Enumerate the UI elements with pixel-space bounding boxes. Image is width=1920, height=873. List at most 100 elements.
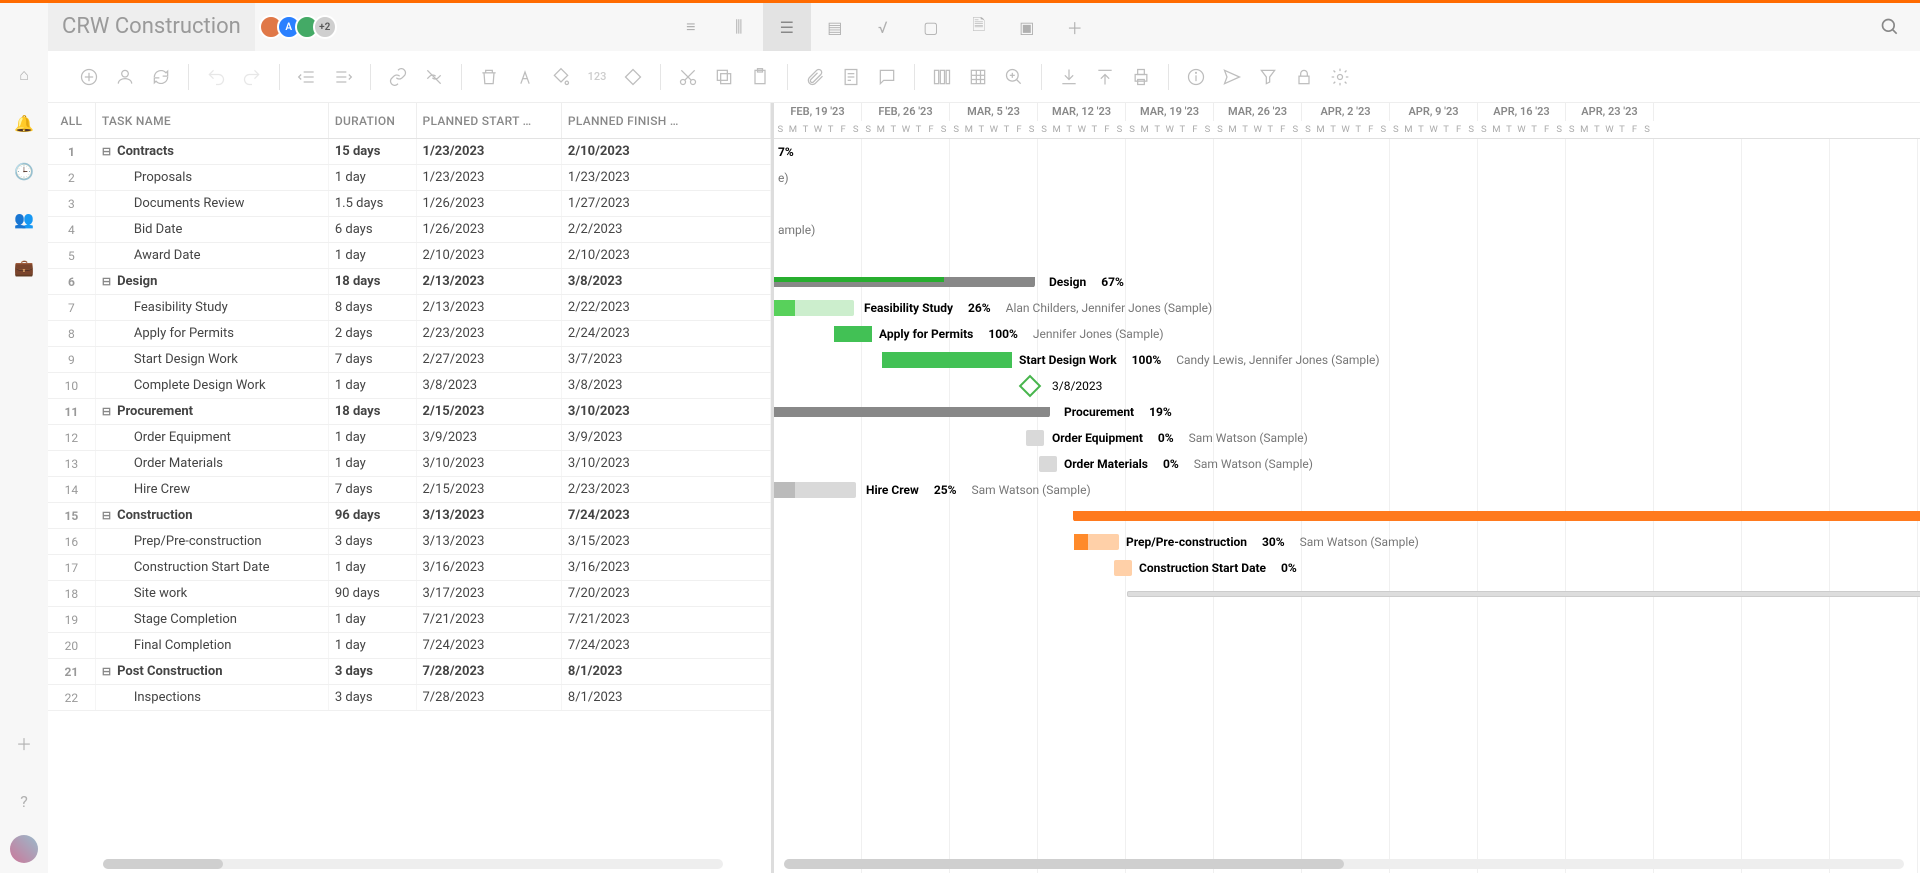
- attachment-button[interactable]: [800, 62, 830, 92]
- task-row[interactable]: 1⊟Contracts15 days1/23/20232/10/2023: [48, 139, 771, 165]
- text-color-button[interactable]: [510, 62, 540, 92]
- task-row[interactable]: 12Order Equipment1 day3/9/20233/9/2023: [48, 425, 771, 451]
- view-tabs: ≡ ⫼ ☰ ▤ √ ▢ 🗎 ▣ ＋: [667, 3, 1099, 51]
- task-row[interactable]: 8Apply for Permits2 days2/23/20232/24/20…: [48, 321, 771, 347]
- collapse-icon[interactable]: ⊟: [102, 145, 111, 158]
- task-row[interactable]: 13Order Materials1 day3/10/20233/10/2023: [48, 451, 771, 477]
- task-row[interactable]: 7Feasibility Study8 days2/13/20232/22/20…: [48, 295, 771, 321]
- fill-color-button[interactable]: [546, 62, 576, 92]
- task-row[interactable]: 10Complete Design Work1 day3/8/20233/8/2…: [48, 373, 771, 399]
- link-button[interactable]: [383, 62, 413, 92]
- portfolio-icon[interactable]: 💼: [0, 243, 48, 291]
- notifications-icon[interactable]: 🔔: [0, 99, 48, 147]
- column-start[interactable]: PLANNED START …: [417, 103, 562, 138]
- column-finish[interactable]: PLANNED FINISH …: [562, 103, 771, 138]
- gantt-view-tab[interactable]: ☰: [763, 3, 811, 51]
- timeline-week: MAR, 12 '23: [1038, 103, 1126, 121]
- timeline-week: APR, 16 '23: [1478, 103, 1566, 121]
- project-members[interactable]: A +2: [255, 15, 337, 39]
- sheet-view-tab[interactable]: ▤: [811, 3, 859, 51]
- current-user-avatar[interactable]: [10, 835, 38, 863]
- import-button[interactable]: [1054, 62, 1084, 92]
- zoom-button[interactable]: [999, 62, 1029, 92]
- paste-button[interactable]: [745, 62, 775, 92]
- task-row[interactable]: 15⊟Construction96 days3/13/20237/24/2023: [48, 503, 771, 529]
- task-row[interactable]: 17Construction Start Date1 day3/16/20233…: [48, 555, 771, 581]
- timeline-week: MAR, 19 '23: [1126, 103, 1214, 121]
- collapse-icon[interactable]: ⊟: [102, 275, 111, 288]
- task-row[interactable]: 11⊟Procurement18 days2/15/20233/10/2023: [48, 399, 771, 425]
- timeline-week: MAR, 5 '23: [950, 103, 1038, 121]
- app-header: PM CRW Construction A +2 ≡ ⫼ ☰ ▤ √ ▢ 🗎 ▣…: [0, 3, 1920, 51]
- task-row[interactable]: 22Inspections3 days7/28/20238/1/2023: [48, 685, 771, 711]
- timeline-week: MAR, 26 '23: [1214, 103, 1302, 121]
- share-button[interactable]: [1217, 62, 1247, 92]
- add-view-tab[interactable]: ＋: [1051, 3, 1099, 51]
- search-icon[interactable]: [1872, 9, 1908, 45]
- help-icon[interactable]: ?: [0, 777, 48, 825]
- task-grid: ALL TASK NAME DURATION PLANNED START … P…: [48, 103, 774, 873]
- collapse-icon[interactable]: ⊟: [102, 405, 111, 418]
- gantt-horizontal-scrollbar[interactable]: [784, 859, 1904, 869]
- action-toolbar: 123: [0, 51, 1920, 103]
- notes-button[interactable]: [836, 62, 866, 92]
- task-row[interactable]: 5Award Date1 day2/10/20232/10/2023: [48, 243, 771, 269]
- timeline-week: APR, 2 '23: [1302, 103, 1390, 121]
- assign-button[interactable]: [110, 62, 140, 92]
- delete-button[interactable]: [474, 62, 504, 92]
- undo-button[interactable]: [201, 62, 231, 92]
- print-button[interactable]: [1126, 62, 1156, 92]
- project-title[interactable]: CRW Construction: [48, 3, 255, 51]
- task-row[interactable]: 4Bid Date6 days1/26/20232/2/2023: [48, 217, 771, 243]
- task-row[interactable]: 19Stage Completion1 day7/21/20237/21/202…: [48, 607, 771, 633]
- column-all[interactable]: ALL: [48, 103, 96, 138]
- list-view-tab[interactable]: ≡: [667, 3, 715, 51]
- filter-button[interactable]: [1253, 62, 1283, 92]
- left-sidebar: ⌂ 🔔 🕒 👥 💼 ＋ ?: [0, 3, 48, 873]
- task-row[interactable]: 3Documents Review1.5 days1/26/20231/27/2…: [48, 191, 771, 217]
- task-row[interactable]: 9Start Design Work7 days2/27/20233/7/202…: [48, 347, 771, 373]
- indent-button[interactable]: [328, 62, 358, 92]
- task-row[interactable]: 6⊟Design18 days2/13/20233/8/2023: [48, 269, 771, 295]
- columns-button[interactable]: [927, 62, 957, 92]
- recurring-button[interactable]: [146, 62, 176, 92]
- redo-button[interactable]: [237, 62, 267, 92]
- board-view-tab[interactable]: ⫼: [715, 3, 763, 51]
- add-icon[interactable]: ＋: [0, 719, 48, 767]
- task-row[interactable]: 18Site work90 days3/17/20237/20/2023: [48, 581, 771, 607]
- add-task-button[interactable]: [74, 62, 104, 92]
- task-row[interactable]: 14Hire Crew7 days2/15/20232/23/2023: [48, 477, 771, 503]
- clear-format-button[interactable]: 123: [582, 62, 612, 92]
- export-button[interactable]: [1090, 62, 1120, 92]
- comment-button[interactable]: [872, 62, 902, 92]
- info-button[interactable]: [1181, 62, 1211, 92]
- collapse-icon[interactable]: ⊟: [102, 509, 111, 522]
- home-icon[interactable]: ⌂: [0, 51, 48, 99]
- files-view-tab[interactable]: 🗎: [955, 3, 1003, 51]
- gantt-chart: FEB, 19 '23FEB, 26 '23MAR, 5 '23MAR, 12 …: [774, 103, 1920, 873]
- task-row[interactable]: 21⊟Post Construction3 days7/28/20238/1/2…: [48, 659, 771, 685]
- outdent-button[interactable]: [292, 62, 322, 92]
- collapse-icon[interactable]: ⊟: [102, 665, 111, 678]
- grid-horizontal-scrollbar[interactable]: [103, 859, 723, 869]
- cut-button[interactable]: [673, 62, 703, 92]
- task-row[interactable]: 20Final Completion1 day7/24/20237/24/202…: [48, 633, 771, 659]
- copy-button[interactable]: [709, 62, 739, 92]
- activity-view-tab[interactable]: √: [859, 3, 907, 51]
- recent-icon[interactable]: 🕒: [0, 147, 48, 195]
- unlink-button[interactable]: [419, 62, 449, 92]
- lock-button[interactable]: [1289, 62, 1319, 92]
- column-duration[interactable]: DURATION: [329, 103, 417, 138]
- timeline-week: APR, 9 '23: [1390, 103, 1478, 121]
- settings-button[interactable]: [1325, 62, 1355, 92]
- team-icon[interactable]: 👥: [0, 195, 48, 243]
- timeline-week: FEB, 19 '23: [774, 103, 862, 121]
- column-name[interactable]: TASK NAME: [96, 103, 329, 138]
- calendar-view-tab[interactable]: ▢: [907, 3, 955, 51]
- tag-button[interactable]: [618, 62, 648, 92]
- grid-header: ALL TASK NAME DURATION PLANNED START … P…: [48, 103, 771, 139]
- task-row[interactable]: 16Prep/Pre-construction3 days3/13/20233/…: [48, 529, 771, 555]
- task-row[interactable]: 2Proposals1 day1/23/20231/23/2023: [48, 165, 771, 191]
- dashboard-view-tab[interactable]: ▣: [1003, 3, 1051, 51]
- grid-button[interactable]: [963, 62, 993, 92]
